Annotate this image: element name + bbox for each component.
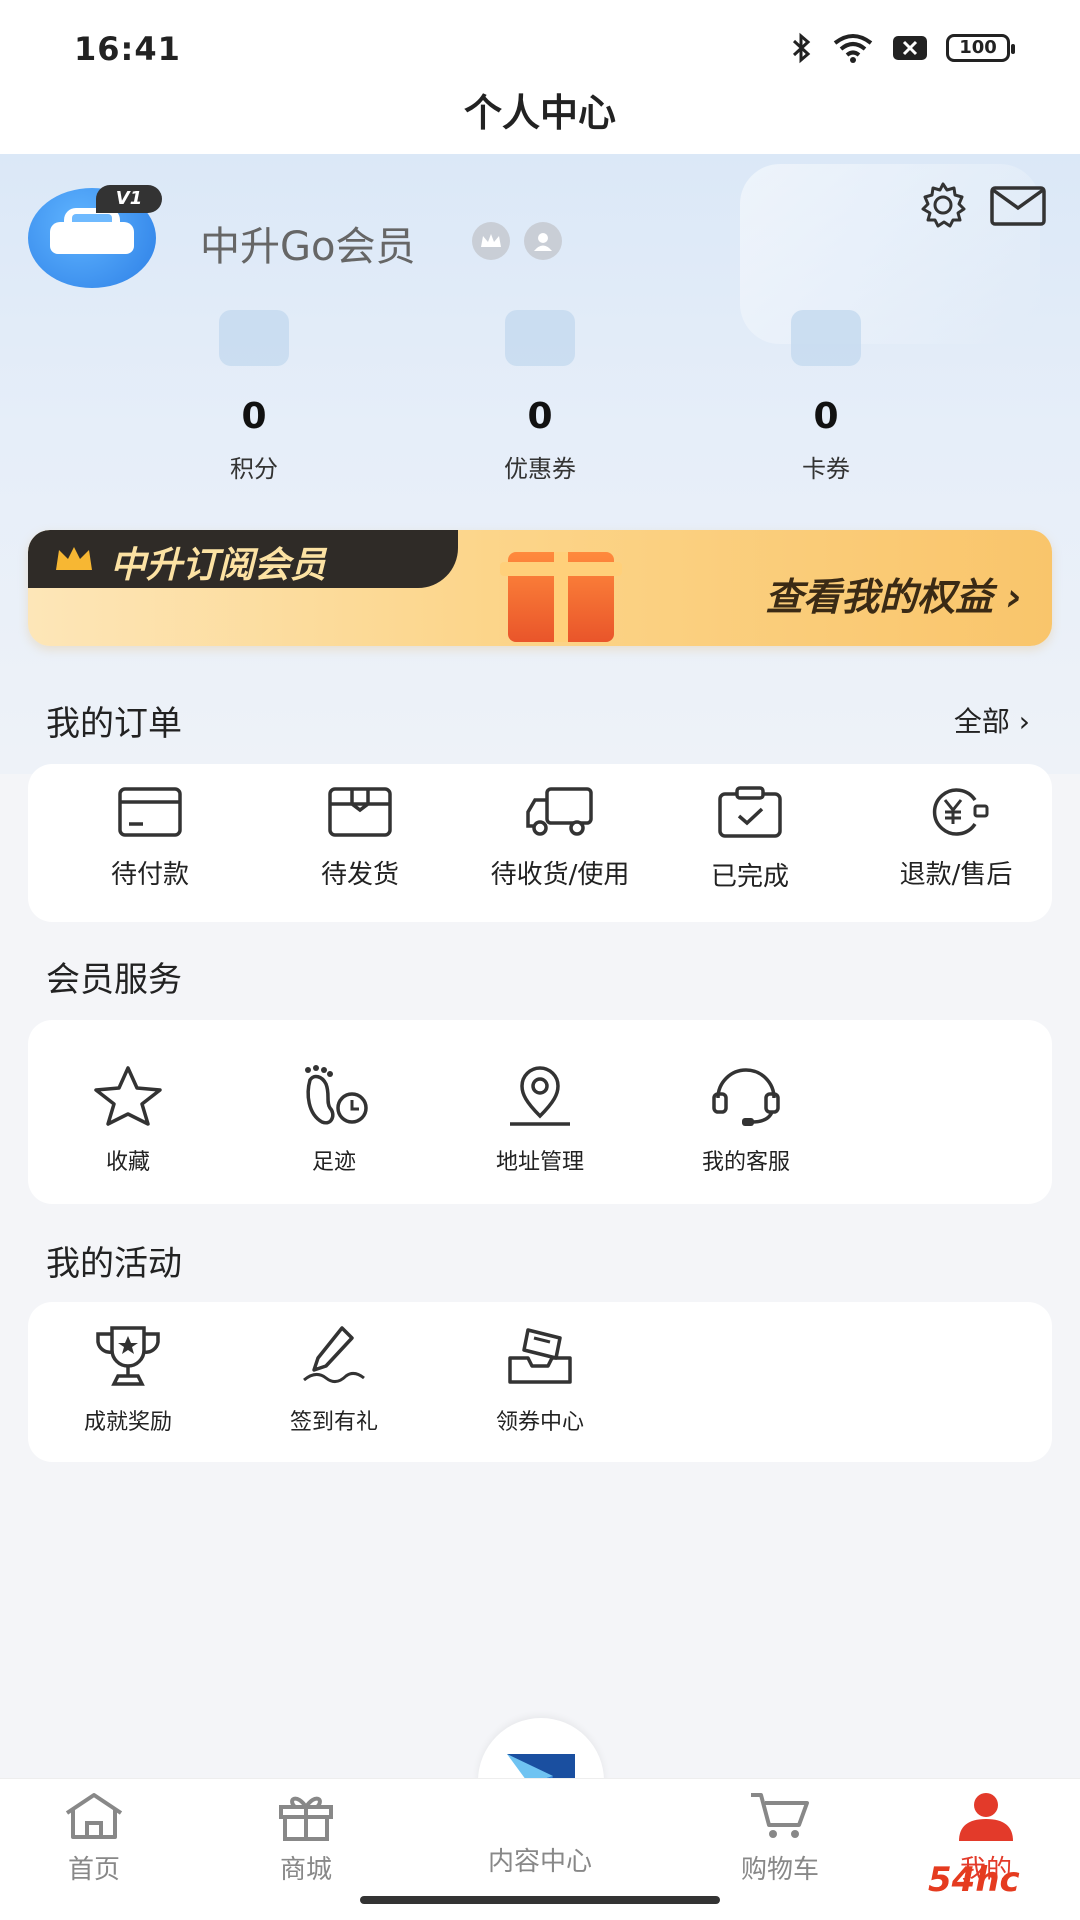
footprint-icon <box>305 1065 368 1125</box>
mail-icon[interactable] <box>990 186 1046 226</box>
subscription-banner[interactable]: 中升订阅会员 查看我的权益 › <box>28 530 1052 646</box>
order-refund-aftersales[interactable]: 退款/售后 <box>856 786 1056 891</box>
watermark: 54hc <box>928 1860 1020 1900</box>
settings-gear-icon[interactable] <box>918 180 968 230</box>
service-footprints[interactable]: 足迹 <box>234 1064 434 1176</box>
view-benefits-link[interactable]: 查看我的权益 › <box>765 566 1022 621</box>
status-time: 16:41 <box>74 30 181 68</box>
points-coin-icon <box>219 310 289 366</box>
order-completed[interactable]: 已完成 <box>650 786 850 893</box>
stat-value: 0 <box>813 396 839 437</box>
stat-coupons[interactable]: 0 优惠券 <box>440 310 640 484</box>
tab-home[interactable]: 首页 <box>14 1791 174 1886</box>
user-icon <box>959 1793 1013 1841</box>
crown-badge-icon[interactable] <box>472 222 510 260</box>
user-badges <box>472 222 562 260</box>
gift-box-icon <box>500 552 622 642</box>
gift-icon <box>279 1796 333 1841</box>
stat-label: 优惠券 <box>504 455 576 483</box>
member-services-card: 收藏 足迹 地址管理 我的客服 <box>28 1020 1052 1204</box>
home-icon <box>65 1793 123 1839</box>
service-customer-support[interactable]: 我的客服 <box>646 1064 846 1176</box>
coupon-center-icon <box>508 1328 572 1384</box>
order-label: 已完成 <box>710 862 789 892</box>
activities-card: 成就奖励 签到有礼 领券中心 <box>28 1302 1052 1462</box>
activity-coupon-center[interactable]: 领券中心 <box>440 1324 640 1436</box>
service-address[interactable]: 地址管理 <box>440 1064 640 1176</box>
tab-label: 内容中心 <box>487 1847 592 1877</box>
home-indicator[interactable] <box>360 1896 720 1904</box>
service-label: 地址管理 <box>495 1150 584 1175</box>
stat-label: 卡券 <box>802 455 850 483</box>
card-icon <box>118 787 182 837</box>
stat-value: 0 <box>527 396 553 437</box>
banner-title-tag: 中升订阅会员 <box>28 530 458 588</box>
sim-off-icon <box>893 36 927 60</box>
location-pin-icon <box>510 1066 570 1126</box>
box-icon <box>328 787 392 837</box>
crown-icon <box>56 547 92 570</box>
member-services-title: 会员服务 <box>46 960 182 1000</box>
bluetooth-icon <box>792 32 811 64</box>
refund-yen-icon <box>932 788 989 836</box>
nav-bar: 个人中心 <box>0 70 1080 154</box>
order-pending-payment[interactable]: 待付款 <box>50 786 250 891</box>
order-label: 待付款 <box>110 860 189 890</box>
headset-icon <box>712 1068 780 1126</box>
car-body-shape <box>50 222 134 254</box>
tab-content-center[interactable]: 内容中心 <box>460 1837 620 1878</box>
order-label: 待收货/使用 <box>490 860 630 890</box>
level-badge: V1 <box>96 185 162 213</box>
wifi-icon <box>833 34 873 63</box>
service-favorites[interactable]: 收藏 <box>28 1064 228 1176</box>
person-badge-icon[interactable] <box>524 222 562 260</box>
activity-label: 签到有礼 <box>289 1410 378 1435</box>
order-pending-shipment[interactable]: 待发货 <box>260 786 460 891</box>
order-label: 待发货 <box>320 860 399 890</box>
stat-points[interactable]: 0 积分 <box>154 310 354 484</box>
coupon-ticket-icon <box>505 310 575 366</box>
tab-mall[interactable]: 商城 <box>226 1791 386 1886</box>
orders-section-title: 我的订单 <box>46 704 182 744</box>
orders-all-link[interactable]: 全部 › <box>954 700 1030 740</box>
service-label: 收藏 <box>105 1150 150 1175</box>
orders-card: 待付款 待发货 待收货/使用 已完成 退款/售后 <box>28 764 1052 922</box>
card-wallet-icon <box>791 310 861 366</box>
clipboard-check-icon <box>718 786 782 838</box>
order-label: 退款/售后 <box>899 860 1013 890</box>
service-label: 我的客服 <box>701 1150 790 1175</box>
tab-label: 购物车 <box>740 1855 819 1885</box>
status-icons: 100 <box>790 32 1015 64</box>
activity-checkin[interactable]: 签到有礼 <box>234 1324 434 1436</box>
order-pending-receipt[interactable]: 待收货/使用 <box>440 786 680 891</box>
truck-icon <box>526 787 593 836</box>
username[interactable]: 中升Go会员 <box>200 214 415 272</box>
activity-label: 成就奖励 <box>83 1410 172 1435</box>
stat-value: 0 <box>241 396 267 437</box>
service-label: 足迹 <box>311 1150 356 1175</box>
stat-label: 积分 <box>230 455 278 483</box>
banner-title: 中升订阅会员 <box>110 545 327 586</box>
tab-cart[interactable]: 购物车 <box>700 1791 860 1886</box>
page-title: 个人中心 <box>463 91 616 135</box>
tab-label: 首页 <box>67 1855 120 1885</box>
battery-indicator: 100 <box>946 34 1015 62</box>
cart-icon <box>751 1793 809 1838</box>
star-icon <box>94 1066 162 1126</box>
activity-achievements[interactable]: 成就奖励 <box>28 1324 228 1436</box>
activity-label: 领券中心 <box>495 1410 584 1435</box>
pen-sign-icon <box>303 1326 365 1383</box>
tab-label: 商城 <box>279 1855 332 1885</box>
stat-cards[interactable]: 0 卡券 <box>726 310 926 484</box>
trophy-icon <box>96 1326 160 1386</box>
activities-title: 我的活动 <box>46 1244 182 1284</box>
